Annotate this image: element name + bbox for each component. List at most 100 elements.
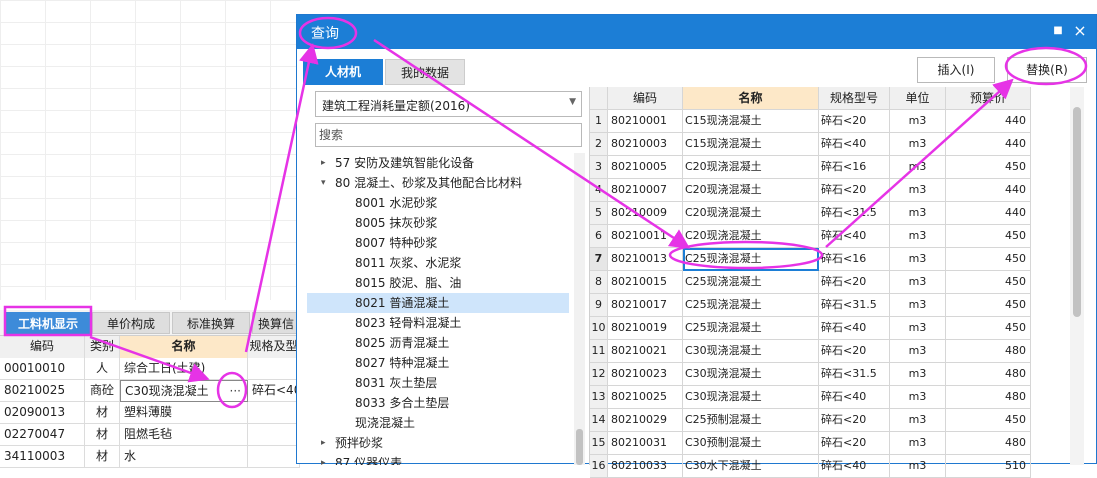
table-row[interactable]: 34110003 材 水: [0, 446, 300, 468]
table-row[interactable]: 2 80210003 C15现浇混凝土 碎石<40 m3 440: [590, 133, 1031, 156]
dialog-title: 查询: [311, 26, 339, 42]
table-row[interactable]: 7 80210013 C25现浇混凝土 碎石<16 m3 450: [590, 248, 1031, 271]
search-input[interactable]: [315, 123, 582, 147]
grid-scrollbar[interactable]: [1070, 87, 1084, 465]
grid-cell-code: 80210033: [608, 455, 683, 478]
table-row[interactable]: 3 80210005 C20现浇混凝土 碎石<16 m3 450: [590, 156, 1031, 179]
grid-header-row: 编码 名称 规格型号 单位 预算价: [590, 87, 1031, 110]
grid-scroll-thumb[interactable]: [1073, 107, 1081, 317]
table-row[interactable]: 5 80210009 C20现浇混凝土 碎石<31.5 m3 440: [590, 202, 1031, 225]
tree-item[interactable]: ▾ 80 混凝土、砂浆及其他配合比材料: [307, 173, 569, 193]
table-row[interactable]: 15 80210031 C30预制混凝土 碎石<20 m3 480: [590, 432, 1031, 455]
table-row[interactable]: 16 80210033 C30水下混凝土 碎石<40 m3 510: [590, 455, 1031, 478]
tree-item-label: 8023 轻骨料混凝土: [355, 316, 462, 330]
tree-item-label: 8011 灰浆、水泥浆: [355, 256, 462, 270]
grid-cell-code: 80210015: [608, 271, 683, 294]
cell-name-text: C30现浇混凝土: [125, 384, 209, 398]
table-row[interactable]: 9 80210017 C25现浇混凝土 碎石<31.5 m3 450: [590, 294, 1031, 317]
grid-cell-spec: 碎石<16: [819, 248, 890, 271]
tree-item-label: 87 仪器仪表: [335, 456, 403, 465]
table-row[interactable]: 4 80210007 C20现浇混凝土 碎石<20 m3 440: [590, 179, 1031, 202]
insert-button[interactable]: 插入(I): [917, 57, 995, 83]
grid-cell-code: 80210003: [608, 133, 683, 156]
grid-cell-spec: 碎石<20: [819, 409, 890, 432]
tree-item[interactable]: 8025 沥青混凝土: [307, 333, 569, 353]
tree-item[interactable]: 现浇混凝土: [307, 413, 569, 433]
tab-standard-conversion[interactable]: 标准换算: [172, 312, 250, 334]
dialog-titlebar[interactable]: 查询 ■ ×: [297, 15, 1096, 49]
collapsed-arrow-icon[interactable]: ▸: [321, 153, 326, 173]
grid-cell-price: 510: [946, 455, 1031, 478]
grid-cell-spec: 碎石<16: [819, 156, 890, 179]
tree-item[interactable]: 8031 灰土垫层: [307, 373, 569, 393]
cell-category: 材: [85, 446, 120, 468]
grid-cell-spec: 碎石<20: [819, 271, 890, 294]
cell-name-editing[interactable]: C30现浇混凝土 ···: [120, 380, 248, 402]
tab-conversion-info[interactable]: 换算信: [252, 312, 300, 334]
grid-header-spec: 规格型号: [819, 87, 890, 110]
cell-category: 材: [85, 402, 120, 424]
tree-item[interactable]: 8027 特种混凝土: [307, 353, 569, 373]
grid-cell-i: 15: [590, 432, 608, 455]
grid-cell-code: 80210019: [608, 317, 683, 340]
tree-scrollbar[interactable]: [574, 153, 585, 465]
tree-item[interactable]: 8015 胶泥、脂、油: [307, 273, 569, 293]
tree-item[interactable]: 8005 抹灰砂浆: [307, 213, 569, 233]
cell-category: 商砼: [85, 380, 120, 402]
grid-cell-name: C25现浇混凝土: [683, 317, 819, 340]
grid-cell-i: 9: [590, 294, 608, 317]
cell-spec: [248, 358, 300, 380]
chevron-down-icon[interactable]: ▼: [569, 97, 576, 107]
tree-item[interactable]: ▸ 57 安防及建筑智能化设备: [307, 153, 569, 173]
tree-item[interactable]: 8011 灰浆、水泥浆: [307, 253, 569, 273]
table-row[interactable]: 8 80210015 C25现浇混凝土 碎石<20 m3 450: [590, 271, 1031, 294]
tab-my-data[interactable]: 我的数据: [385, 59, 465, 85]
collapsed-arrow-icon[interactable]: ▸: [321, 433, 326, 453]
tree-scroll-thumb[interactable]: [576, 429, 583, 465]
table-row[interactable]: 11 80210021 C30现浇混凝土 碎石<20 m3 480: [590, 340, 1031, 363]
table-row[interactable]: 14 80210029 C25预制混凝土 碎石<20 m3 450: [590, 409, 1031, 432]
replace-button[interactable]: 替换(R): [1007, 57, 1087, 83]
library-select[interactable]: 建筑工程消耗量定额(2016) ▼: [315, 91, 582, 117]
tree-item[interactable]: 8001 水泥砂浆: [307, 193, 569, 213]
grid-cell-name: C25现浇混凝土: [683, 294, 819, 317]
tree-item[interactable]: 8023 轻骨料混凝土: [307, 313, 569, 333]
cell-code: 02090013: [0, 402, 85, 424]
grid-cell-i: 2: [590, 133, 608, 156]
tab-labor-material-machine[interactable]: 人材机: [303, 59, 383, 85]
table-row[interactable]: 80210025 商砼 C30现浇混凝土 ··· 碎石<40: [0, 380, 300, 402]
tab-unit-price-composition[interactable]: 单价构成: [92, 312, 170, 334]
tree-item-label: 8027 特种混凝土: [355, 356, 450, 370]
grid-cell-code: 80210025: [608, 386, 683, 409]
cell-code: 02270047: [0, 424, 85, 446]
tree-item[interactable]: 8021 普通混凝土: [307, 293, 569, 313]
tree-item-label: 57 安防及建筑智能化设备: [335, 156, 475, 170]
table-row[interactable]: 10 80210019 C25现浇混凝土 碎石<40 m3 450: [590, 317, 1031, 340]
tree-item[interactable]: ▸ 87 仪器仪表: [307, 453, 569, 465]
close-icon[interactable]: ×: [1072, 23, 1088, 39]
grid-cell-code: 80210007: [608, 179, 683, 202]
tree-item[interactable]: 8007 特种砂浆: [307, 233, 569, 253]
header-category: 类别: [85, 336, 120, 358]
grid-cell-unit: m3: [890, 455, 946, 478]
cell-spec: [248, 446, 300, 468]
table-row[interactable]: 1 80210001 C15现浇混凝土 碎石<20 m3 440: [590, 110, 1031, 133]
tree-item[interactable]: ▸ 预拌砂浆: [307, 433, 569, 453]
tree-item-label: 预拌砂浆: [335, 436, 384, 450]
grid-cell-unit: m3: [890, 340, 946, 363]
ellipsis-button[interactable]: ···: [230, 381, 241, 401]
table-row[interactable]: 6 80210011 C20现浇混凝土 碎石<40 m3 450: [590, 225, 1031, 248]
collapsed-arrow-icon[interactable]: ▸: [321, 453, 326, 465]
tree-item-label: 8001 水泥砂浆: [355, 196, 438, 210]
table-row[interactable]: 02090013 材 塑料薄膜: [0, 402, 300, 424]
tree-item[interactable]: 8033 多合土垫层: [307, 393, 569, 413]
grid-header-i: [590, 87, 608, 110]
table-row[interactable]: 02270047 材 阻燃毛毡: [0, 424, 300, 446]
expanded-arrow-icon[interactable]: ▾: [321, 173, 326, 193]
table-row[interactable]: 12 80210023 C30现浇混凝土 碎石<31.5 m3 480: [590, 363, 1031, 386]
maximize-icon[interactable]: ■: [1050, 23, 1066, 39]
tab-labor-material-display[interactable]: 工料机显示: [6, 312, 90, 334]
table-row[interactable]: 13 80210025 C30现浇混凝土 碎石<40 m3 480: [590, 386, 1031, 409]
tree-item-label: 8007 特种砂浆: [355, 236, 438, 250]
table-row[interactable]: 00010010 人 综合工日(土建): [0, 358, 300, 380]
